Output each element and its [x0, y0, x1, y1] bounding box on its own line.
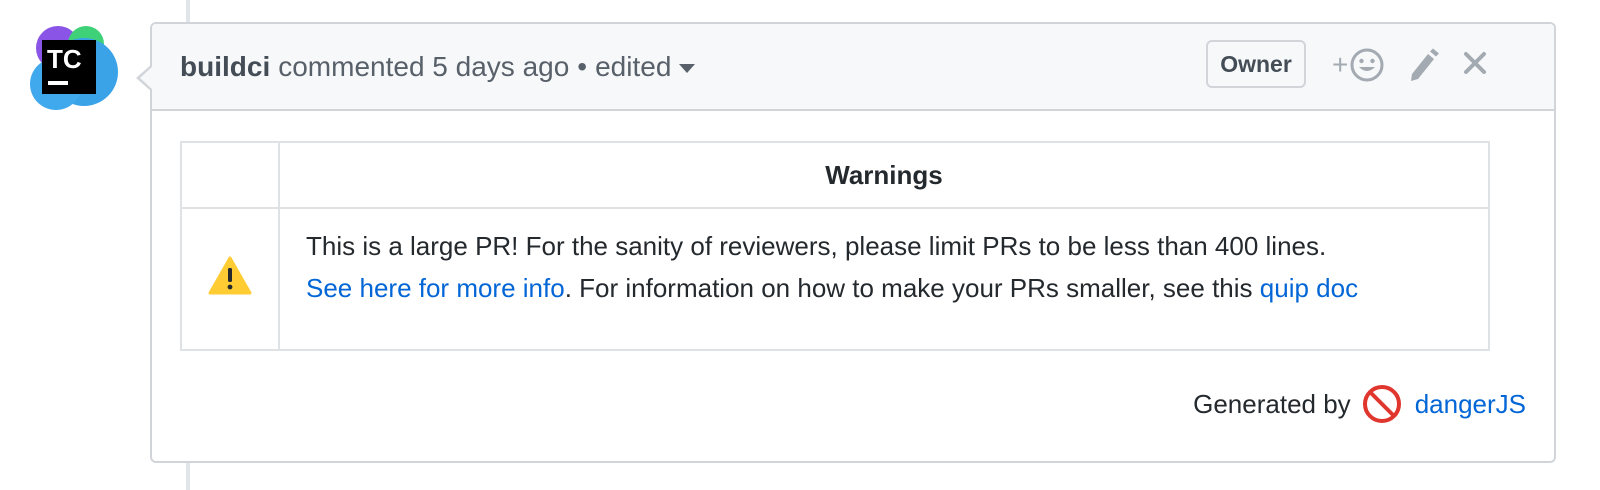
- plus-icon: +: [1332, 49, 1349, 80]
- edit-button[interactable]: [1408, 48, 1440, 82]
- close-icon: [1464, 52, 1486, 74]
- hide-button[interactable]: [1460, 48, 1490, 78]
- header-separator: •: [577, 50, 588, 82]
- warning-icon: [208, 256, 252, 294]
- generated-by-text: Generated by: [1193, 388, 1351, 419]
- owner-badge: Owner: [1206, 40, 1306, 88]
- avatar-text: TC: [47, 44, 82, 74]
- timeline-line-bottom: [186, 463, 190, 490]
- table-header-row: Warnings: [180, 141, 1490, 209]
- comment-box: buildci commented 5 days ago • edited Ow…: [136, 22, 1556, 463]
- comment-body: Warnings This is a large PR! For the san…: [152, 111, 1554, 423]
- dangerjs-link[interactable]: dangerJS: [1415, 389, 1526, 420]
- warning-message-cell: This is a large PR! For the sanity of re…: [278, 207, 1490, 351]
- timeline-line-top: [186, 0, 190, 22]
- generated-by-footer: Generated by dangerJS: [1193, 385, 1526, 423]
- edited-dropdown[interactable]: edited: [595, 50, 696, 83]
- add-reaction-button[interactable]: +: [1332, 48, 1384, 82]
- warnings-table: Warnings This is a large PR! For the san…: [180, 141, 1490, 351]
- comment-header: buildci commented 5 days ago • edited Ow…: [152, 24, 1554, 111]
- author-link[interactable]: buildci: [180, 51, 270, 83]
- comment-timestamp[interactable]: commented 5 days ago: [278, 51, 569, 83]
- table-header-warnings: Warnings: [278, 141, 1490, 209]
- quip-doc-link[interactable]: quip doc: [1260, 273, 1358, 303]
- avatar[interactable]: TC: [26, 20, 118, 112]
- warning-icon-cell: [180, 207, 280, 351]
- warning-message: This is a large PR! For the sanity of re…: [306, 231, 1327, 261]
- edited-label: edited: [595, 50, 672, 82]
- smiley-icon: [1350, 48, 1384, 82]
- more-info-link[interactable]: See here for more info: [306, 273, 565, 303]
- no-entry-icon: [1362, 385, 1401, 423]
- caret-down-icon: [679, 64, 696, 73]
- pencil-icon: [1411, 48, 1439, 81]
- table-header-blank: [180, 141, 280, 209]
- table-row: This is a large PR! For the sanity of re…: [180, 207, 1490, 351]
- warning-message-continued: . For information on how to make your PR…: [564, 273, 1253, 303]
- teamcity-logo-icon: TC: [30, 26, 118, 110]
